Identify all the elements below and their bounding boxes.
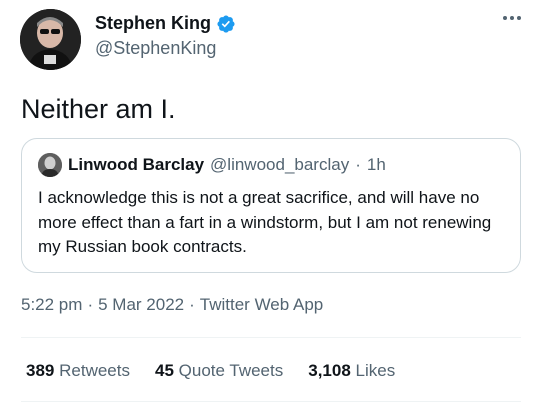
- divider: [21, 401, 521, 402]
- quote-tweets-stat[interactable]: 45 Quote Tweets: [155, 361, 283, 381]
- retweets-label: Retweets: [59, 361, 130, 380]
- more-options-icon[interactable]: [503, 16, 521, 20]
- quote-tweets-label: Quote Tweets: [178, 361, 284, 380]
- verified-badge-icon: [217, 14, 235, 33]
- quoted-time: 1h: [366, 155, 386, 174]
- tweet-source[interactable]: Twitter Web App: [200, 295, 323, 315]
- author-block: Stephen King @StephenKing: [95, 13, 236, 59]
- tweet-text: Neither am I.: [21, 94, 176, 124]
- retweets-stat[interactable]: 389 Retweets: [26, 361, 130, 381]
- tweet-time[interactable]: 5:22 pm: [21, 295, 82, 315]
- separator-dot: ·: [189, 295, 195, 314]
- author-avatar[interactable]: [20, 9, 81, 70]
- separator-dot: ·: [87, 295, 94, 314]
- separator-dot: ·: [355, 155, 361, 174]
- quoted-author-avatar: [38, 153, 62, 177]
- author-name[interactable]: Stephen King: [95, 13, 211, 34]
- tweet-stats: 389 Retweets 45 Quote Tweets 3,108 Likes: [26, 361, 420, 381]
- quoted-tweet-text: I acknowledge this is not a great sacrif…: [38, 188, 492, 256]
- likes-stat[interactable]: 3,108 Likes: [308, 361, 395, 381]
- likes-count: 3,108: [308, 361, 351, 380]
- quoted-author-name: Linwood Barclay: [68, 155, 205, 174]
- tweet-meta: 5:22 pm · 5 Mar 2022 · Twitter Web App: [21, 295, 323, 315]
- author-handle[interactable]: @StephenKing: [95, 38, 236, 59]
- retweets-count: 389: [26, 361, 55, 380]
- likes-label: Likes: [355, 361, 396, 380]
- quote-tweets-count: 45: [154, 361, 174, 380]
- quoted-tweet-header: Linwood Barclay @linwood_barclay · 1h: [38, 153, 504, 177]
- quoted-author-handle: @linwood_barclay: [210, 155, 350, 174]
- tweet-date[interactable]: 5 Mar 2022: [98, 295, 184, 315]
- divider: [21, 337, 521, 338]
- quoted-tweet[interactable]: Linwood Barclay @linwood_barclay · 1h I …: [21, 138, 521, 273]
